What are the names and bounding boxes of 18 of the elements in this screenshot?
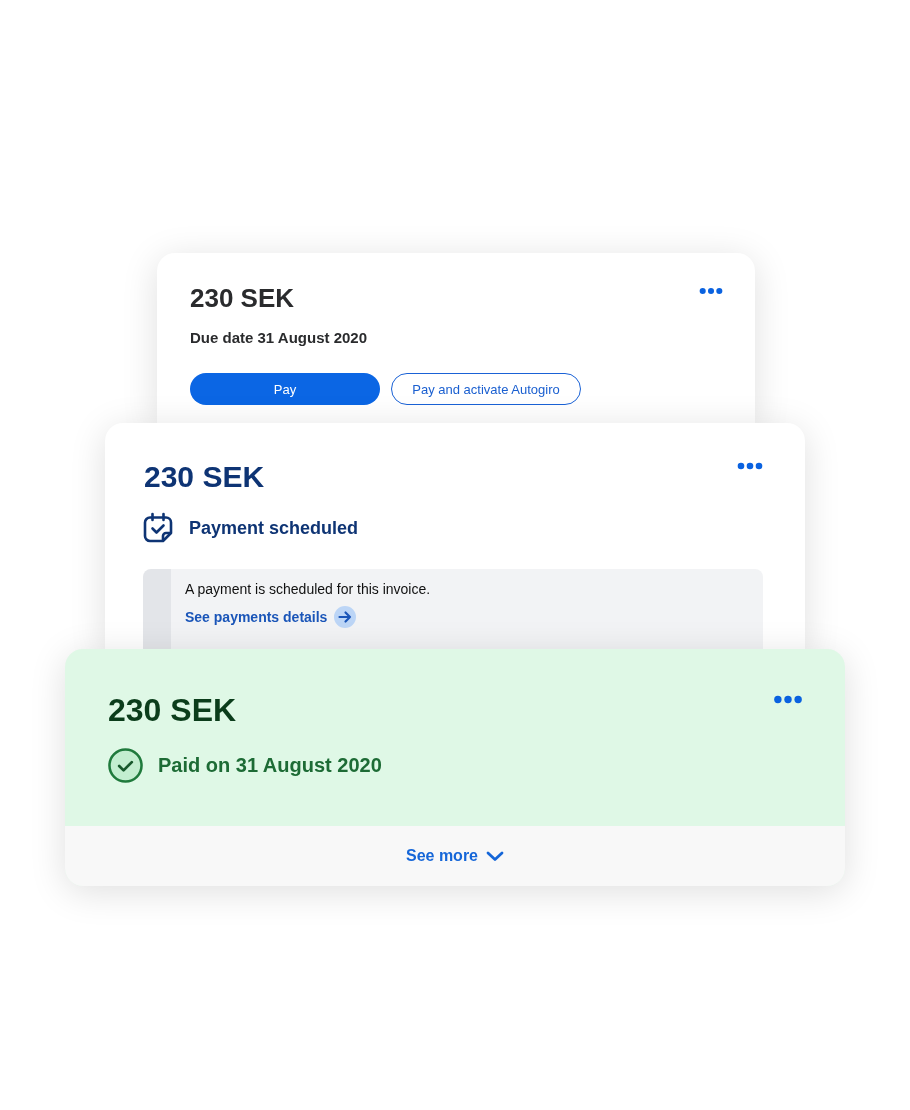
status-label: Payment scheduled [189, 517, 359, 539]
calendar-check-icon [143, 512, 175, 544]
invoice-amount: 230 SEK [190, 283, 295, 313]
pay-button[interactable]: Pay [190, 373, 380, 405]
more-options-icon[interactable] [772, 695, 804, 704]
payment-details-link[interactable]: See payments details [185, 606, 357, 628]
autogiro-button[interactable]: Pay and activate Autogiro [391, 373, 581, 405]
more-options-icon[interactable] [737, 462, 763, 470]
arrow-right-icon [334, 606, 357, 628]
more-options-icon[interactable] [699, 287, 723, 295]
see-more-button[interactable]: See more [405, 847, 504, 865]
chevron-down-icon [486, 850, 504, 862]
check-circle-icon [108, 748, 143, 783]
due-date: Due date 31 August 2020 [190, 328, 368, 348]
status-label: Paid on 31 August 2020 [158, 754, 382, 777]
invoice-amount: 230 SEK [143, 460, 265, 494]
invoice-amount: 230 SEK [108, 692, 237, 728]
notice-text: A payment is scheduled for this invoice. [185, 580, 432, 598]
